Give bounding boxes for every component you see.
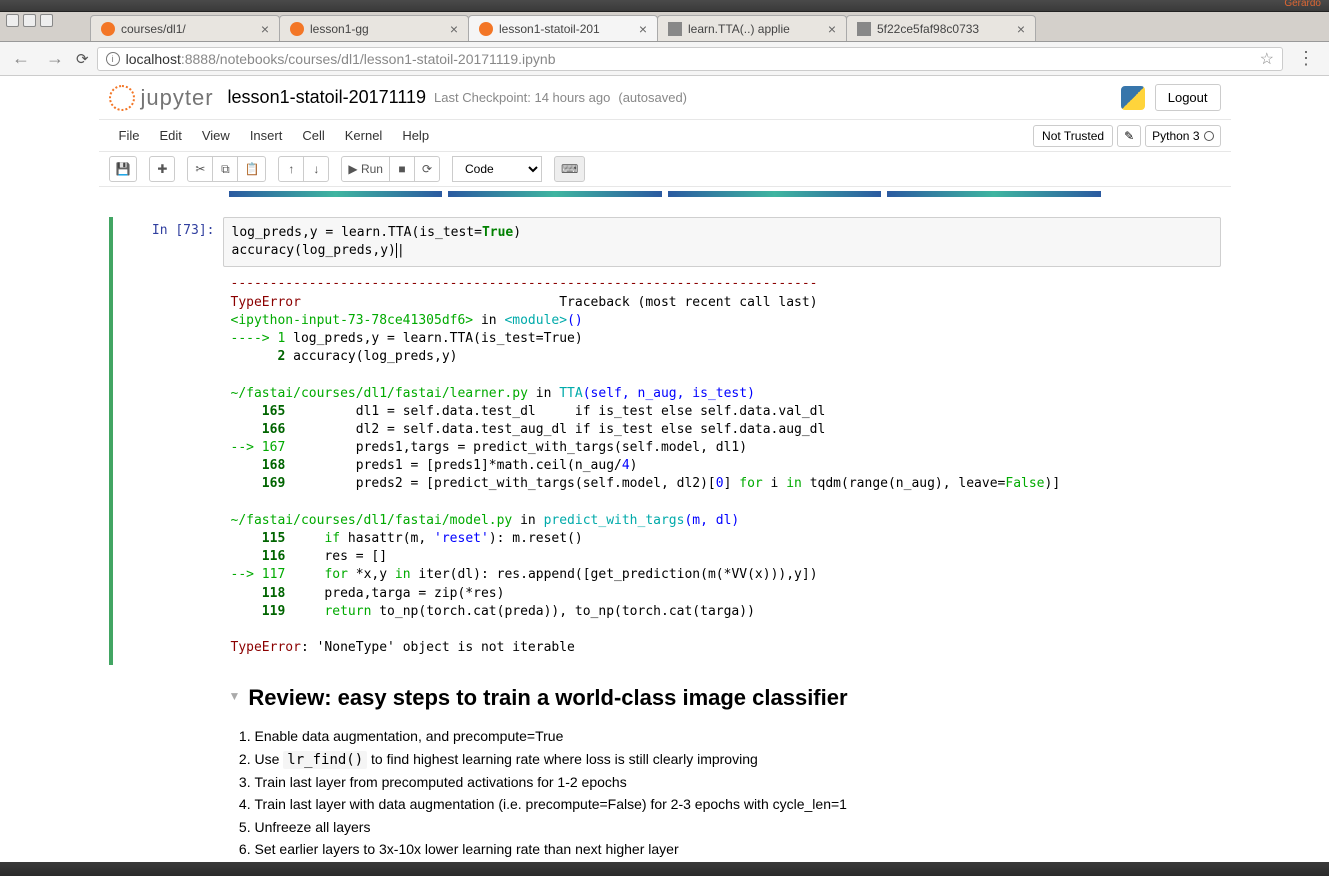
close-icon[interactable]: × bbox=[1017, 21, 1025, 37]
output-image-strip bbox=[229, 191, 1101, 197]
cell-output: ----------------------------------------… bbox=[223, 267, 1221, 665]
address-bar: ← → ⟳ i localhost:8888/notebooks/courses… bbox=[0, 42, 1329, 76]
collapse-toggle-icon[interactable]: ▼ bbox=[229, 689, 241, 703]
browser-tab[interactable]: 5f22ce5faf98c0733 × bbox=[846, 15, 1036, 41]
win-max-icon[interactable] bbox=[40, 14, 53, 27]
jupyter-favicon-icon bbox=[479, 22, 493, 36]
os-user-label: Gerardo bbox=[1284, 0, 1321, 9]
code-editor[interactable]: log_preds,y = learn.TTA(is_test=True)acc… bbox=[223, 217, 1221, 267]
list-item: Set earlier layers to 3x-10x lower learn… bbox=[255, 838, 1221, 860]
review-heading: ▼Review: easy steps to train a world-cla… bbox=[229, 685, 1221, 711]
list-item: Unfreeze all layers bbox=[255, 816, 1221, 838]
code-cell[interactable]: In [73]: log_preds,y = learn.TTA(is_test… bbox=[109, 217, 1221, 665]
reload-button[interactable]: ⟳ bbox=[76, 50, 89, 68]
back-button[interactable]: ← bbox=[8, 48, 34, 69]
menu-kernel[interactable]: Kernel bbox=[335, 124, 393, 147]
win-min-icon[interactable] bbox=[23, 14, 36, 27]
site-info-icon[interactable]: i bbox=[106, 52, 120, 66]
list-item: Use lr_find() to find highest learning r… bbox=[255, 748, 1221, 771]
notebook-area: In [73]: log_preds,y = learn.TTA(is_test… bbox=[99, 191, 1231, 862]
browser-tab-strip: courses/dl1/ × lesson1-gg × lesson1-stat… bbox=[0, 12, 1329, 42]
run-button[interactable]: ▶ Run bbox=[341, 156, 390, 182]
edit-mode-icon[interactable]: ✎ bbox=[1117, 125, 1141, 147]
checkpoint-label: Last Checkpoint: 14 hours ago bbox=[434, 90, 610, 105]
output-thumbnail bbox=[229, 191, 443, 197]
bookmark-icon[interactable]: ☆ bbox=[1260, 49, 1274, 69]
jupyter-logo-icon bbox=[109, 85, 135, 111]
autosave-label: (autosaved) bbox=[618, 90, 687, 105]
close-icon[interactable]: × bbox=[450, 21, 458, 37]
copy-button[interactable]: ⧉ bbox=[212, 156, 238, 182]
notebook-header: jupyter lesson1-statoil-20171119 Last Ch… bbox=[99, 76, 1231, 119]
url-input[interactable]: i localhost:8888/notebooks/courses/dl1/l… bbox=[97, 47, 1283, 71]
jupyter-logo[interactable]: jupyter bbox=[109, 85, 214, 111]
interrupt-button[interactable]: ■ bbox=[389, 156, 415, 182]
menu-file[interactable]: File bbox=[109, 124, 150, 147]
menu-help[interactable]: Help bbox=[392, 124, 439, 147]
browser-tab[interactable]: learn.TTA(..) applie × bbox=[657, 15, 847, 41]
markdown-cell[interactable]: ▼Review: easy steps to train a world-cla… bbox=[109, 673, 1221, 862]
list-item: Train last layer from precomputed activa… bbox=[255, 771, 1221, 793]
kernel-indicator[interactable]: Python 3 bbox=[1145, 125, 1220, 147]
menu-edit[interactable]: Edit bbox=[149, 124, 191, 147]
browser-menu-icon[interactable]: ⋮ bbox=[1291, 48, 1321, 69]
save-button[interactable]: 💾 bbox=[109, 156, 138, 182]
win-close-icon[interactable] bbox=[6, 14, 19, 27]
paste-button[interactable]: 📋 bbox=[237, 156, 266, 182]
toolbar: 💾 ✚ ✂ ⧉ 📋 ↑ ↓ ▶ Run ■ ⟳ Code ⌨ bbox=[99, 152, 1231, 187]
menubar: File Edit View Insert Cell Kernel Help N… bbox=[99, 119, 1231, 152]
menu-insert[interactable]: Insert bbox=[240, 124, 293, 147]
os-titlebar: Gerardo bbox=[0, 0, 1329, 12]
logout-button[interactable]: Logout bbox=[1155, 84, 1221, 111]
command-palette-button[interactable]: ⌨ bbox=[554, 156, 585, 182]
output-thumbnail bbox=[448, 191, 662, 197]
output-thumbnail bbox=[668, 191, 882, 197]
cell-type-select[interactable]: Code bbox=[452, 156, 542, 182]
menu-view[interactable]: View bbox=[192, 124, 240, 147]
notebook-name[interactable]: lesson1-statoil-20171119 bbox=[228, 87, 426, 108]
output-thumbnail bbox=[887, 191, 1101, 197]
window-controls[interactable] bbox=[6, 14, 53, 27]
page-favicon-icon bbox=[668, 22, 682, 36]
close-icon[interactable]: × bbox=[828, 21, 836, 37]
inline-code: lr_find() bbox=[283, 751, 367, 769]
os-bottombar bbox=[0, 862, 1329, 876]
url-host: localhost bbox=[126, 51, 181, 67]
move-down-button[interactable]: ↓ bbox=[303, 156, 329, 182]
close-icon[interactable]: × bbox=[261, 21, 269, 37]
input-prompt: In [73]: bbox=[113, 217, 223, 665]
browser-tab-active[interactable]: lesson1-statoil-201 × bbox=[468, 15, 658, 41]
cut-button[interactable]: ✂ bbox=[187, 156, 213, 182]
restart-button[interactable]: ⟳ bbox=[414, 156, 440, 182]
close-icon[interactable]: × bbox=[639, 21, 647, 37]
browser-tab[interactable]: lesson1-gg × bbox=[279, 15, 469, 41]
forward-button[interactable]: → bbox=[42, 48, 68, 69]
trust-badge[interactable]: Not Trusted bbox=[1033, 125, 1113, 147]
menu-cell[interactable]: Cell bbox=[292, 124, 334, 147]
list-item: Train last layer with data augmentation … bbox=[255, 793, 1221, 815]
move-up-button[interactable]: ↑ bbox=[278, 156, 304, 182]
page-favicon-icon bbox=[857, 22, 871, 36]
insert-cell-button[interactable]: ✚ bbox=[149, 156, 175, 182]
jupyter-favicon-icon bbox=[101, 22, 115, 36]
list-item: Enable data augmentation, and precompute… bbox=[255, 725, 1221, 747]
jupyter-favicon-icon bbox=[290, 22, 304, 36]
python-logo-icon bbox=[1121, 86, 1145, 110]
review-list: Enable data augmentation, and precompute… bbox=[229, 725, 1221, 860]
kernel-status-icon bbox=[1204, 131, 1214, 141]
browser-tab[interactable]: courses/dl1/ × bbox=[90, 15, 280, 41]
